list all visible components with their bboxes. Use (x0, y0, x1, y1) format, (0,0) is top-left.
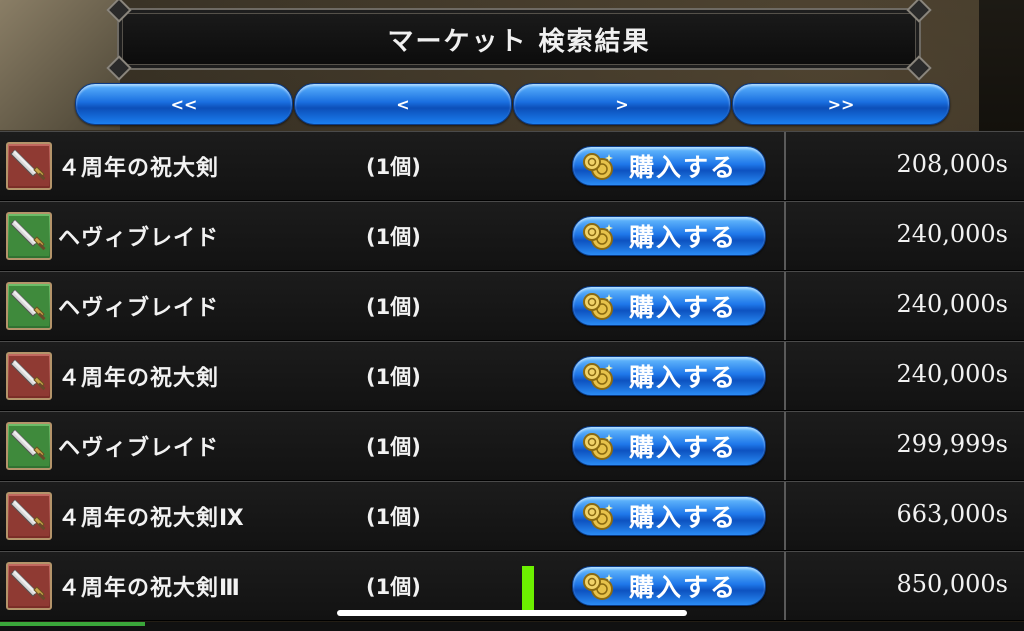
coin-icon (581, 361, 615, 391)
item-price: 850,000s (896, 570, 1008, 598)
item-name: ４周年の祝大剣 (58, 366, 220, 391)
column-divider (784, 552, 786, 620)
bottom-strip (0, 622, 1024, 631)
market-listing-row: ４周年の祝大剣 (1個) 購入する 208,000s (0, 131, 1024, 201)
first-page-button[interactable]: << (75, 83, 293, 125)
column-divider (784, 202, 786, 270)
green-sword-icon (6, 212, 52, 260)
buy-button[interactable]: 購入する (572, 356, 766, 396)
buy-button-label: 購入する (629, 433, 738, 462)
item-price: 240,000s (896, 220, 1008, 248)
buy-button[interactable]: 購入する (572, 286, 766, 326)
market-listing-row: ４周年の祝大剣Ⅸ (1個) 購入する 663,000s (0, 481, 1024, 551)
red-sword-icon (6, 352, 52, 400)
last-page-button[interactable]: >> (732, 83, 950, 125)
buy-button-label: 購入する (629, 153, 738, 182)
item-quantity: (1個) (366, 435, 421, 459)
item-name: ヘヴィブレイド (58, 296, 220, 321)
item-name: ４周年の祝大剣Ⅸ (58, 506, 245, 531)
item-quantity: (1個) (366, 225, 421, 249)
bottom-progress-strip (0, 622, 145, 626)
buy-button-label: 購入する (629, 223, 738, 252)
market-listing-row: ヘヴィブレイド (1個) 購入する 299,999s (0, 411, 1024, 481)
item-price: 208,000s (896, 150, 1008, 178)
item-name: ４周年の祝大剣 (58, 156, 220, 181)
coin-icon (581, 291, 615, 321)
buy-button[interactable]: 購入する (572, 496, 766, 536)
market-results-list: ４周年の祝大剣 (1個) 購入する 208,000s ヘヴィブレイド (1個) … (0, 131, 1024, 621)
item-price: 240,000s (896, 360, 1008, 388)
column-divider (784, 412, 786, 480)
item-name: ヘヴィブレイド (58, 436, 220, 461)
red-sword-icon (6, 492, 52, 540)
buy-button-label: 購入する (629, 573, 738, 602)
prev-page-button[interactable]: < (294, 83, 512, 125)
column-divider (784, 132, 786, 200)
green-sword-icon (6, 422, 52, 470)
column-divider (784, 342, 786, 410)
item-name: ヘヴィブレイド (58, 226, 220, 251)
status-marker (522, 566, 534, 610)
coin-icon (581, 501, 615, 531)
pagination-bar: << < > >> (75, 83, 950, 125)
buy-button-label: 購入する (629, 293, 738, 322)
item-quantity: (1個) (366, 295, 421, 319)
buy-button[interactable]: 購入する (572, 566, 766, 606)
home-indicator[interactable] (337, 610, 687, 616)
next-page-button[interactable]: > (513, 83, 731, 125)
red-sword-icon (6, 562, 52, 610)
buy-button[interactable]: 購入する (572, 216, 766, 256)
item-quantity: (1個) (366, 155, 421, 179)
red-sword-icon (6, 142, 52, 190)
buy-button[interactable]: 購入する (572, 426, 766, 466)
buy-button-label: 購入する (629, 363, 738, 392)
market-listing-row: ヘヴィブレイド (1個) 購入する 240,000s (0, 201, 1024, 271)
market-listing-row: ４周年の祝大剣 (1個) 購入する 240,000s (0, 341, 1024, 411)
green-sword-icon (6, 282, 52, 330)
coin-icon (581, 151, 615, 181)
market-listing-row: ヘヴィブレイド (1個) 購入する 240,000s (0, 271, 1024, 341)
item-name: ４周年の祝大剣Ⅲ (58, 576, 241, 601)
coin-icon (581, 221, 615, 251)
coin-icon (581, 571, 615, 601)
column-divider (784, 272, 786, 340)
item-quantity: (1個) (366, 365, 421, 389)
item-price: 299,999s (896, 430, 1008, 458)
buy-button-label: 購入する (629, 503, 738, 532)
column-divider (784, 482, 786, 550)
item-price: 240,000s (896, 290, 1008, 318)
page-title: マーケット 検索結果 (387, 26, 651, 57)
item-quantity: (1個) (366, 575, 421, 599)
coin-icon (581, 431, 615, 461)
buy-button[interactable]: 購入する (572, 146, 766, 186)
title-bar: マーケット 検索結果 (106, 0, 932, 81)
item-price: 663,000s (896, 500, 1008, 528)
item-quantity: (1個) (366, 505, 421, 529)
